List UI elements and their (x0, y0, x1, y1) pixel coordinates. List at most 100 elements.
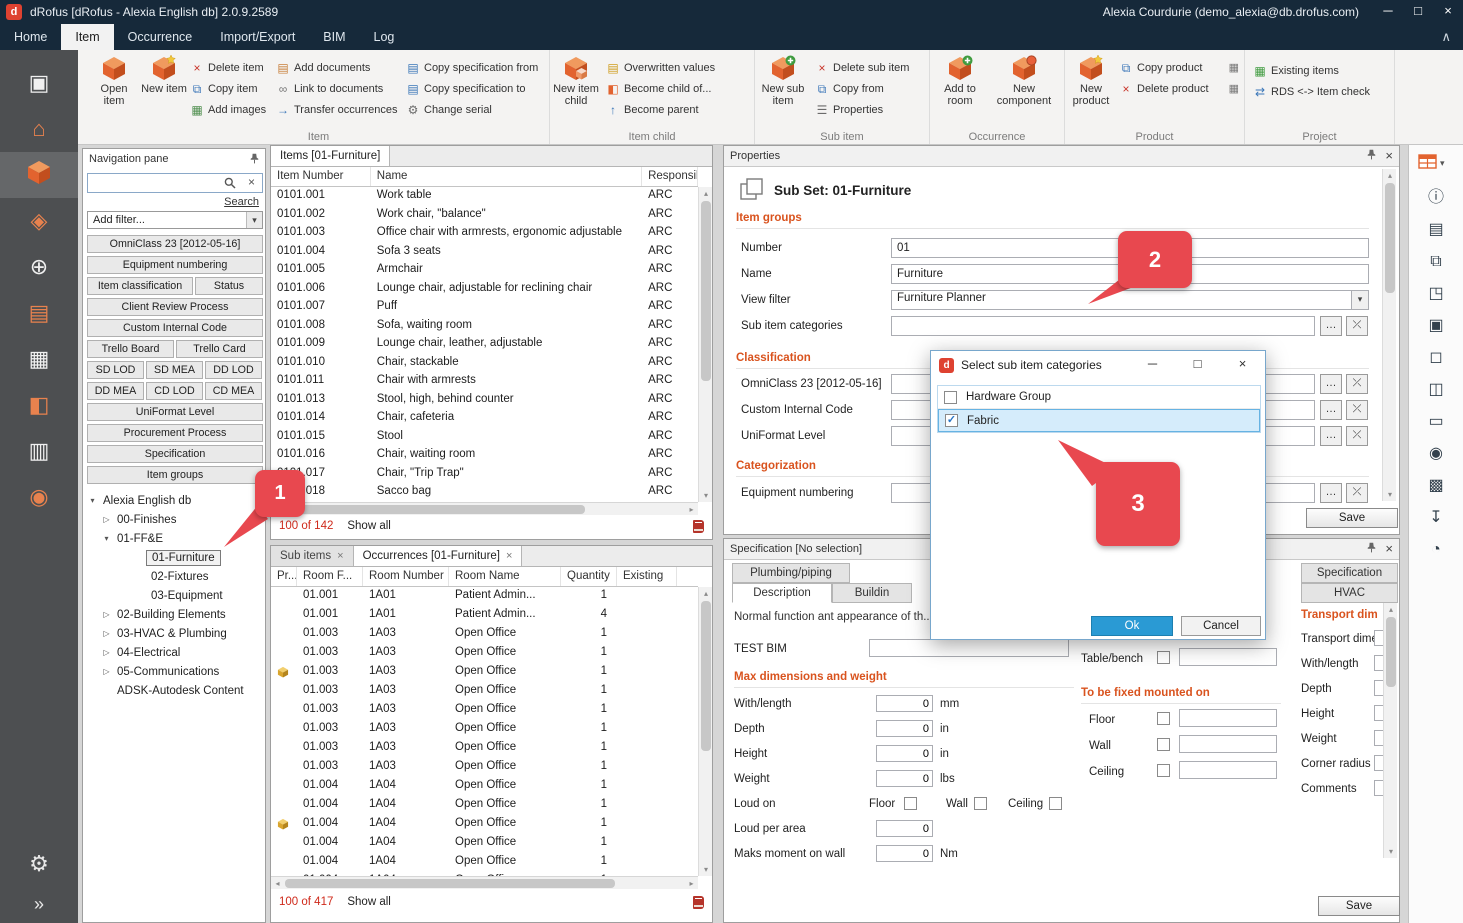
building-icon[interactable]: ▦ (0, 336, 78, 382)
filter-trello-board[interactable]: Trello Board (87, 340, 174, 358)
filter-status[interactable]: Status (195, 277, 263, 295)
items-horizontal-scrollbar[interactable]: ◂ ▸ (271, 502, 698, 515)
properties-button[interactable]: ☰Properties (815, 99, 925, 120)
uniformat-browse-button[interactable]: … (1320, 426, 1342, 446)
tree-item[interactable]: 01-Furniture (85, 548, 263, 567)
dialog-close-button[interactable]: × (1220, 351, 1265, 379)
column-responsible[interactable]: Responsib... (642, 167, 698, 186)
tab-hvac[interactable]: HVAC (1301, 583, 1398, 603)
transfer-occurrences-button[interactable]: →Transfer occurrences (276, 99, 402, 120)
delete-product-options-icon[interactable]: ▦ (1229, 82, 1239, 95)
components-icon[interactable]: ◈ (0, 198, 78, 244)
table-row[interactable]: 0101.004Sofa 3 seatsARC (271, 243, 698, 262)
delete-sub-item-button[interactable]: ×Delete sub item (815, 57, 925, 78)
tree-item[interactable]: 02-Fixtures (85, 567, 263, 586)
filter-dd-mea[interactable]: DD MEA (87, 382, 144, 400)
properties-vertical-scrollbar[interactable]: ▴ ▾ (1382, 169, 1396, 501)
cancel-button[interactable]: Cancel (1181, 616, 1261, 636)
test-bim-field[interactable] (869, 639, 1069, 657)
tab-specification[interactable]: Specification (1301, 563, 1398, 583)
table-row[interactable]: 0101.018Sacco bagARC (271, 483, 698, 502)
column-room-number[interactable]: Room Number (363, 567, 449, 586)
category-list-item[interactable]: Hardware Group (938, 386, 1260, 409)
table-row[interactable]: 01.0031A03Open Office1 (271, 682, 698, 701)
layers-icon[interactable]: ▩ (1428, 477, 1443, 494)
contacts-icon[interactable]: ◉ (0, 474, 78, 520)
link-to-documents-button[interactable]: ∞Link to documents (276, 78, 402, 99)
expand-rail-icon[interactable]: » (0, 894, 78, 915)
fixed-floor-checkbox[interactable] (1157, 712, 1170, 725)
open-item-button[interactable]: Open item (90, 54, 138, 107)
equipment-browse-button[interactable]: … (1320, 483, 1342, 503)
tree-expand-arrow-icon[interactable]: ▷ (101, 610, 112, 619)
column-item-number[interactable]: Item Number (271, 167, 371, 186)
camera-icon[interactable]: ◉ (1429, 445, 1443, 462)
search-link[interactable]: Search (224, 196, 259, 208)
products-icon[interactable]: ◧ (0, 382, 78, 428)
fixed-wall-field[interactable] (1179, 735, 1277, 753)
tree-item[interactable]: ▷03-HVAC & Plumbing (85, 624, 263, 643)
column-product[interactable]: Pr... (271, 567, 297, 586)
copy-product-options-icon[interactable]: ▦ (1229, 61, 1239, 74)
column-room-name[interactable]: Room Name (449, 567, 561, 586)
category-list-item[interactable]: ✓Fabric (938, 409, 1260, 432)
search-input[interactable]: × (87, 173, 263, 193)
category-checkbox[interactable]: ✓ (945, 414, 958, 427)
chevron-down-icon[interactable]: ▾ (246, 212, 262, 228)
search-icon[interactable] (224, 177, 236, 192)
table-row[interactable]: 01.0031A03Open Office1 (271, 758, 698, 777)
components-view-icon[interactable]: ▣ (1428, 317, 1443, 334)
info-icon[interactable]: ⓘ (1428, 189, 1444, 206)
tab-building[interactable]: Buildin (832, 583, 912, 603)
table-row[interactable]: 01.0031A03Open Office1 (271, 701, 698, 720)
table-row[interactable]: 0101.017Chair, "Trip Trap"ARC (271, 465, 698, 484)
pin-icon[interactable] (1366, 542, 1377, 556)
filter-item-classification[interactable]: Item classification (87, 277, 193, 295)
specification-vertical-scrollbar[interactable]: ▴ ▾ (1383, 603, 1397, 858)
document-view-icon[interactable]: ▭ (1428, 413, 1443, 430)
table-row[interactable]: 01.0031A03Open Office1 (271, 720, 698, 739)
filter-sd-lod[interactable]: SD LOD (87, 361, 144, 379)
tree-collapse-arrow-icon[interactable]: ▾ (87, 496, 98, 505)
table-row[interactable]: 0101.014Chair, cafeteriaARC (271, 409, 698, 428)
overwritten-values-button[interactable]: ▤Overwritten values (606, 57, 750, 78)
maximize-button[interactable]: □ (1403, 0, 1433, 24)
clear-search-icon[interactable]: × (248, 175, 255, 189)
filter-cd-mea[interactable]: CD MEA (205, 382, 262, 400)
filter-dd-lod[interactable]: DD LOD (205, 361, 262, 379)
rds-item-check-button[interactable]: ⇄RDS <-> Item check (1253, 81, 1391, 102)
add-filter-dropdown[interactable]: Add filter... ▾ (87, 211, 263, 229)
copy-product-button[interactable]: ⧉Copy product▦ (1119, 57, 1239, 78)
report-book-icon[interactable] (693, 520, 704, 533)
tab-plumbing-piping[interactable]: Plumbing/piping (732, 563, 850, 583)
occurrences-tab[interactable]: Occurrences [01-Furniture]× (354, 546, 523, 566)
loud-floor-checkbox[interactable] (904, 797, 917, 810)
tab-description[interactable]: Description (732, 583, 832, 603)
occurrences-horizontal-scrollbar[interactable]: ◂ ▸ (271, 876, 698, 889)
table-row[interactable]: 0101.008Sofa, waiting roomARC (271, 317, 698, 336)
items-tab[interactable]: Items [01-Furniture] (271, 146, 390, 166)
become-parent-button[interactable]: ↑Become parent (606, 99, 750, 120)
packages-icon[interactable]: ▣ (0, 60, 78, 106)
fixed-wall-checkbox[interactable] (1157, 738, 1170, 751)
close-button[interactable]: × (1433, 0, 1463, 24)
add-images-button[interactable]: ▦Add images (190, 99, 272, 120)
save-button[interactable]: Save (1318, 896, 1400, 916)
save-button[interactable]: Save (1306, 508, 1398, 528)
table-row[interactable]: 0101.005ArmchairARC (271, 261, 698, 280)
tree-item[interactable]: ▷05-Communications (85, 662, 263, 681)
custom-code-browse-button[interactable]: … (1320, 400, 1342, 420)
omniclass-browse-button[interactable]: … (1320, 374, 1342, 394)
close-tab-icon[interactable]: × (337, 546, 343, 566)
occurrences-vertical-scrollbar[interactable]: ▴ ▾ (698, 587, 712, 876)
new-item-child-button[interactable]: New item child (552, 54, 600, 107)
reports-icon[interactable]: ▥ (0, 428, 78, 474)
column-name[interactable]: Name (371, 167, 642, 186)
copy-item-button[interactable]: ⧉Copy item (190, 78, 272, 99)
table-row[interactable]: 01.0041A04Open Office1 (271, 777, 698, 796)
table-row[interactable]: 0101.011Chair with armrestsARC (271, 372, 698, 391)
height-field[interactable] (876, 745, 933, 762)
pin-icon[interactable] (1366, 149, 1377, 163)
table-bench-checkbox[interactable] (1157, 651, 1170, 664)
copy-specification-to-button[interactable]: ▤Copy specification to (406, 78, 546, 99)
